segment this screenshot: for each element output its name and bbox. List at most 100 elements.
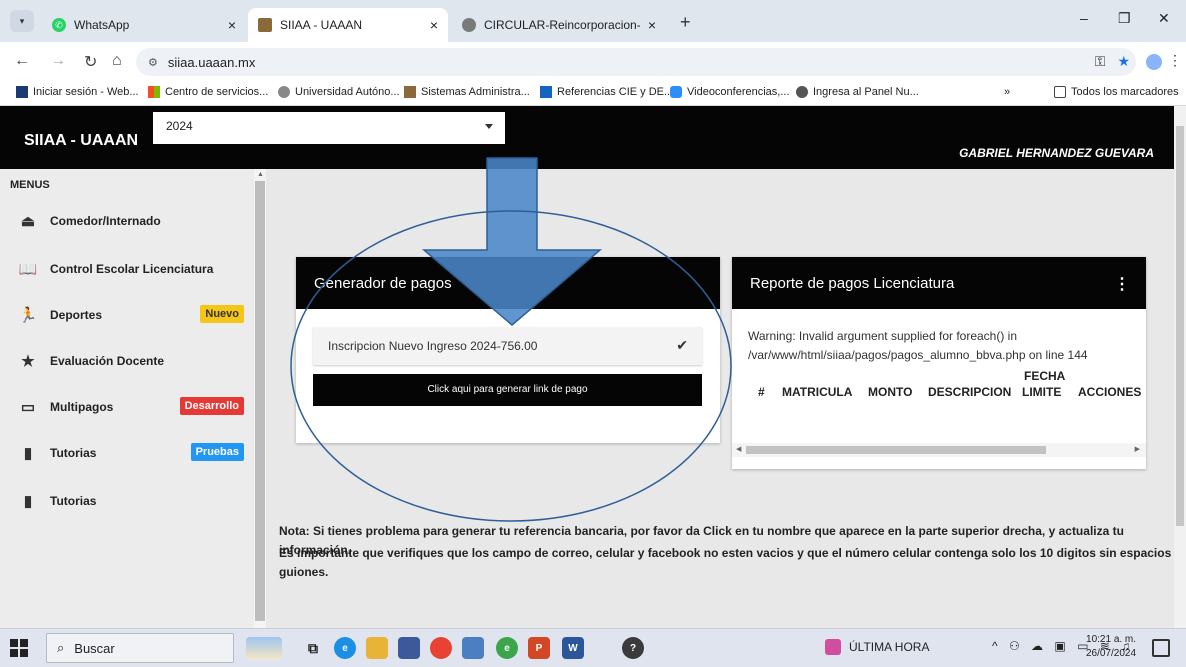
scrollbar-thumb[interactable]: [746, 446, 1046, 454]
notifications-icon[interactable]: [1152, 639, 1170, 657]
close-icon[interactable]: ×: [648, 17, 656, 33]
browser-menu-icon[interactable]: ⋮: [1168, 52, 1182, 69]
powerpoint-icon[interactable]: P: [528, 637, 550, 659]
badge-desarrollo: Desarrollo: [179, 397, 244, 415]
bookmark-item[interactable]: Iniciar sesión - Web...: [16, 86, 139, 98]
card-icon: ▭: [20, 399, 36, 416]
book-icon: ▮: [23, 493, 33, 510]
bookmark-item[interactable]: Ingresa al Panel Nu...: [796, 86, 919, 98]
word-icon[interactable]: W: [562, 637, 584, 659]
page-scrollbar[interactable]: [1174, 106, 1186, 628]
url-field[interactable]: ⚙ siiaa.uaaan.mx ⚿ ★: [136, 48, 1136, 76]
app-green-icon[interactable]: e: [496, 637, 518, 659]
app-brand[interactable]: SIIAA - UAAAN: [24, 132, 138, 150]
all-bookmarks[interactable]: Todos los marcadores: [1054, 86, 1179, 98]
address-bar: ← → ↻ ⌂ ⚙ siiaa.uaaan.mx ⚿ ★ ⋮: [0, 42, 1186, 80]
generate-payment-link-button[interactable]: Click aqui para generar link de pago: [313, 374, 702, 406]
university-seal-icon: [278, 86, 290, 98]
badge-pruebas: Pruebas: [190, 443, 244, 461]
bookmarks-bar: Iniciar sesión - Web... Centro de servic…: [0, 80, 1186, 106]
edge-icon[interactable]: e: [334, 637, 356, 659]
sidebar-item-evaluacion[interactable]: ★ Evaluación Docente: [0, 341, 250, 381]
bank-icon: [540, 86, 552, 98]
video-icon: [670, 86, 682, 98]
sidebar-item-tutorias-2[interactable]: ▮ Tutorias: [0, 481, 250, 521]
report-card-title: Reporte de pagos Licenciatura: [750, 275, 955, 292]
chevron-down-icon: [485, 124, 493, 129]
running-icon: 🏃: [18, 307, 38, 324]
sidebar-item-multipagos[interactable]: ▭ Multipagos Desarrollo: [0, 387, 250, 427]
news-widget-icon[interactable]: [246, 637, 282, 659]
tab-siiaa[interactable]: SIIAA - UAAAN ×: [248, 8, 448, 42]
news-ticker[interactable]: ÚLTIMA HORA: [825, 639, 929, 655]
bookmark-item[interactable]: Universidad Autóno...: [278, 86, 400, 98]
user-name-link[interactable]: GABRIEL HERNANDEZ GUEVARA: [959, 146, 1154, 160]
taskbar-search[interactable]: ⌕ Buscar: [46, 633, 234, 663]
tab-whatsapp[interactable]: ✆ WhatsApp ×: [42, 8, 246, 42]
whatsapp-icon: ✆: [52, 18, 66, 32]
clock[interactable]: 10:21 a. m. 26/07/2024: [1086, 633, 1136, 661]
new-tab-button[interactable]: +: [680, 12, 691, 33]
reload-icon[interactable]: ↻: [84, 52, 97, 72]
minimize-icon[interactable]: –: [1080, 10, 1088, 26]
task-view-icon[interactable]: ⧉: [302, 637, 324, 659]
help-icon[interactable]: ?: [622, 637, 644, 659]
news-icon: [825, 639, 841, 655]
bookmark-item[interactable]: Centro de servicios...: [148, 86, 268, 98]
scroll-left-icon[interactable]: ◀: [736, 445, 741, 453]
home-icon[interactable]: ⌂: [112, 52, 122, 70]
bookmark-star-icon[interactable]: ★: [1117, 53, 1130, 70]
profile-avatar[interactable]: [1146, 54, 1162, 70]
network-app-icon[interactable]: [462, 637, 484, 659]
scrollbar-thumb[interactable]: [255, 181, 265, 621]
sidebar-item-comedor[interactable]: ⏏ Comedor/Internado: [0, 201, 250, 241]
university-logo-icon: [404, 86, 416, 98]
search-icon: ⌕: [57, 640, 65, 655]
bookmarks-overflow[interactable]: »: [1004, 86, 1010, 98]
book-open-icon: 📖: [18, 261, 38, 278]
tab-search-button[interactable]: ▾: [10, 10, 34, 32]
back-icon[interactable]: ←: [14, 52, 30, 70]
star-icon: ★: [21, 353, 35, 370]
book-icon: ▮: [23, 445, 33, 462]
check-icon: ✔: [676, 337, 688, 353]
window-close-icon[interactable]: ✕: [1158, 10, 1170, 27]
close-icon[interactable]: ×: [228, 17, 236, 33]
report-card-header: Reporte de pagos Licenciatura ⋮: [732, 257, 1146, 309]
bookmark-item[interactable]: Sistemas Administra...: [404, 86, 530, 98]
microsoft-icon: [148, 86, 160, 98]
sidebar-item-tutorias[interactable]: ▮ Tutorias Pruebas: [0, 433, 250, 473]
year-select[interactable]: 2024: [153, 112, 505, 144]
sidebar-scrollbar[interactable]: ▲: [254, 169, 266, 628]
scroll-right-icon[interactable]: ▶: [1135, 445, 1140, 453]
menus-heading: MENUS: [10, 179, 50, 191]
app-icon[interactable]: [398, 637, 420, 659]
forward-icon[interactable]: →: [50, 52, 66, 70]
bookmark-item[interactable]: Referencias CIE y DE...: [540, 86, 673, 98]
tab-circular[interactable]: CIRCULAR-Reincorporacion-ag ×: [452, 8, 666, 42]
more-vert-icon[interactable]: ⋮: [1114, 274, 1130, 294]
sidebar-item-deportes[interactable]: 🏃 Deportes Nuevo: [0, 295, 250, 335]
sidebar-item-control-escolar[interactable]: 📖 Control Escolar Licenciatura: [0, 249, 250, 289]
globe-icon: [796, 86, 808, 98]
bookmark-item[interactable]: Videoconferencias,...: [670, 86, 790, 98]
note-verify: Es importante que verifiques que los cam…: [279, 546, 1186, 560]
table-horizontal-scrollbar[interactable]: ◀ ▶: [732, 443, 1146, 457]
key-icon[interactable]: ⚿: [1095, 53, 1106, 70]
payment-item[interactable]: Inscripcion Nuevo Ingreso 2024-756.00 ✔: [313, 327, 702, 365]
file-explorer-icon[interactable]: [366, 637, 388, 659]
windows-start-icon[interactable]: [10, 639, 28, 657]
university-seal-icon: [462, 18, 476, 32]
close-icon[interactable]: ×: [430, 17, 438, 33]
browser-tab-bar: ▾ ✆ WhatsApp × SIIAA - UAAAN × CIRCULAR-…: [0, 0, 1186, 42]
windows-taskbar: ⌕ Buscar ⧉ e e P W ? ÚLTIMA HORA ^ ⚇ ☁ ▣…: [0, 628, 1186, 667]
restore-icon[interactable]: ❐: [1118, 10, 1131, 27]
scroll-up-icon[interactable]: ▲: [257, 171, 264, 178]
payments-card-title: Generador de pagos: [296, 257, 720, 309]
site-settings-icon[interactable]: ⚙: [148, 56, 158, 69]
chrome-icon[interactable]: [430, 637, 452, 659]
note-verify-cont: guiones.: [279, 565, 329, 579]
page-content: SIIAA - UAAAN 2024 GABRIEL HERNANDEZ GUE…: [0, 106, 1186, 628]
scrollbar-thumb[interactable]: [1176, 126, 1184, 526]
folder-icon: [1054, 86, 1066, 98]
